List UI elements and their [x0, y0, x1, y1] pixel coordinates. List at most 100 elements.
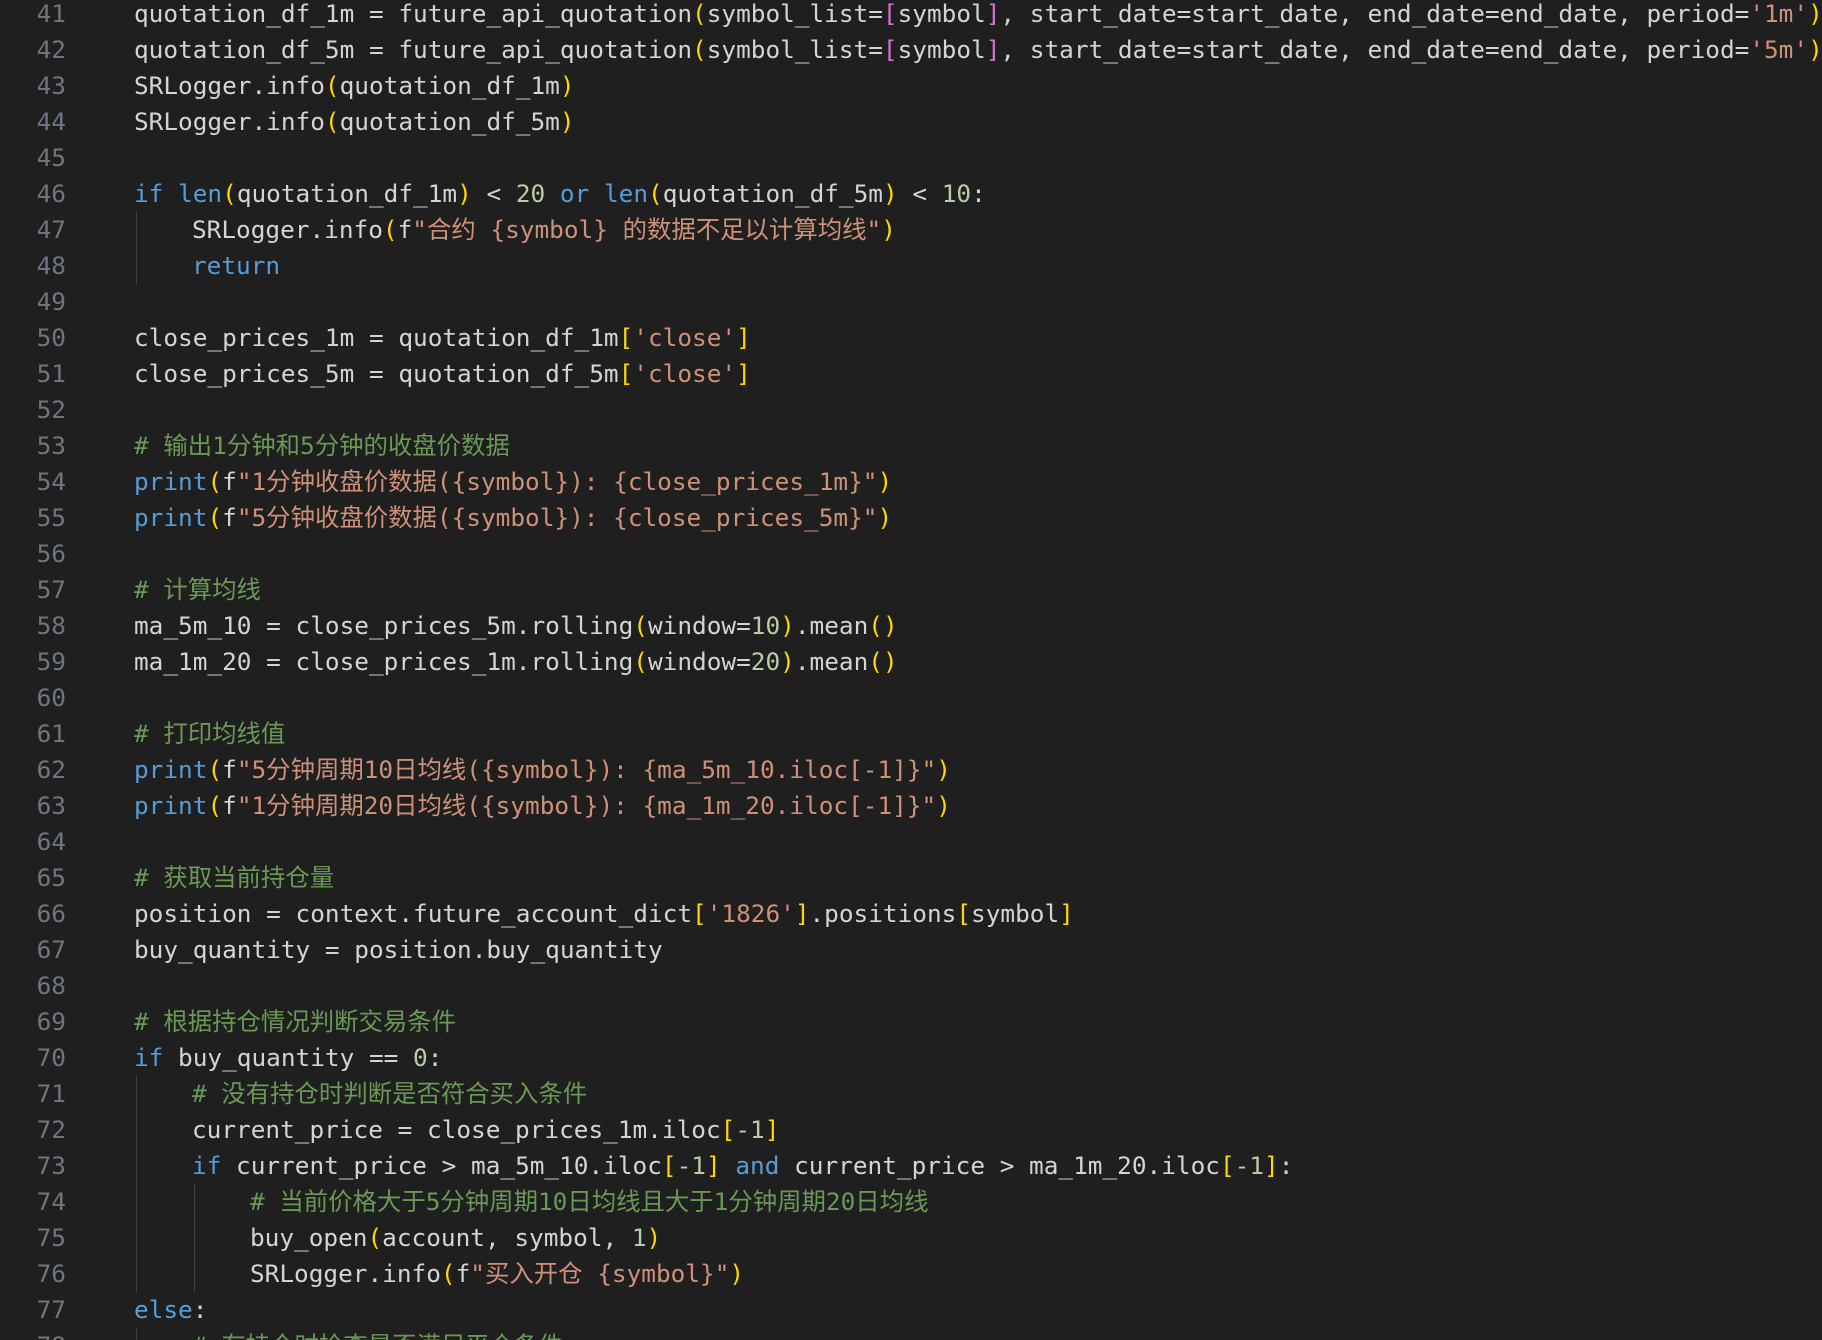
code-line[interactable]: 51 close_prices_5m = quotation_df_5m['clo… — [0, 356, 1822, 392]
code-token: ) — [457, 179, 472, 208]
code-line[interactable]: 72 current_price = close_prices_1m.iloc[-… — [0, 1112, 1822, 1148]
code-token: "合约 {symbol} 的数据不足以计算均线" — [412, 215, 882, 244]
code-line[interactable]: 41 quotation_df_1m = future_api_quotation… — [0, 0, 1822, 32]
code-token: ) — [877, 467, 893, 496]
line-number: 62 — [36, 755, 66, 784]
code-line[interactable]: 52 — [0, 392, 1822, 428]
code-token: ma_1m_20 = close_prices_1m.rolling — [134, 647, 634, 676]
code-token: # 获取当前持仓量 — [134, 863, 335, 892]
code-line[interactable]: 65 # 获取当前持仓量 — [0, 860, 1822, 896]
code-token: < — [897, 179, 942, 208]
code-line[interactable]: 67 buy_quantity = position.buy_quantity — [0, 932, 1822, 968]
code-token: ) — [559, 107, 575, 136]
line-code: print(f"1分钟收盘价数据({symbol}): {close_price… — [134, 464, 892, 500]
code-line[interactable]: 44 SRLogger.info(quotation_df_5m) — [0, 104, 1822, 140]
code-line[interactable]: 78 # 有持仓时检查是否满足平仓条件 — [0, 1328, 1822, 1340]
code-token: symbol — [897, 35, 986, 64]
code-line[interactable]: 49 — [0, 284, 1822, 320]
code-token: if — [134, 1043, 164, 1072]
line-code: if len(quotation_df_1m) < 20 or len(quot… — [134, 176, 986, 212]
indent-guide — [136, 1076, 137, 1292]
code-line[interactable]: 75 buy_open(account, symbol, 1) — [0, 1220, 1822, 1256]
code-line[interactable]: 46 if len(quotation_df_1m) < 20 or len(qu… — [0, 176, 1822, 212]
line-number: 75 — [36, 1223, 66, 1252]
code-token: f — [222, 467, 237, 496]
line-code: if buy_quantity == 0: — [134, 1040, 442, 1076]
code-line[interactable]: 76 SRLogger.info(f"买入开仓 {symbol}") — [0, 1256, 1822, 1292]
code-token: ) — [881, 215, 896, 244]
line-code: else: — [134, 1292, 207, 1328]
code-token: ( — [692, 35, 707, 64]
code-token: ) — [780, 611, 795, 640]
code-token: ( — [324, 71, 340, 100]
line-code: SRLogger.info(f"买入开仓 {symbol}") — [250, 1256, 744, 1292]
code-token: ] — [1264, 1151, 1279, 1180]
code-line[interactable]: 61 # 打印均线值 — [0, 716, 1822, 752]
line-number: 48 — [36, 251, 66, 280]
code-token: .mean — [794, 647, 869, 676]
code-line[interactable]: 55 print(f"5分钟收盘价数据({symbol}): {close_pri… — [0, 500, 1822, 536]
code-token: quotation_df_1m — [339, 71, 560, 100]
code-line[interactable]: 42 quotation_df_5m = future_api_quotation… — [0, 32, 1822, 68]
line-code: position = context.future_account_dict['… — [134, 896, 1074, 932]
line-number: 54 — [36, 467, 66, 496]
code-token: # 输出1分钟和5分钟的收盘价数据 — [134, 431, 510, 460]
code-token: # 根据持仓情况判断交易条件 — [134, 1007, 457, 1036]
code-token: ( — [633, 611, 648, 640]
code-token: ] — [736, 359, 751, 388]
code-token: , start_date=start_date, end_date=end_da… — [1000, 35, 1750, 64]
code-line[interactable]: 69 # 根据持仓情况判断交易条件 — [0, 1004, 1822, 1040]
code-line[interactable]: 53 # 输出1分钟和5分钟的收盘价数据 — [0, 428, 1822, 464]
code-line[interactable]: 74 # 当前价格大于5分钟周期10日均线且大于1分钟周期20日均线 — [0, 1184, 1822, 1220]
code-line[interactable]: 64 — [0, 824, 1822, 860]
line-number: 77 — [36, 1295, 66, 1324]
line-code: print(f"1分钟周期20日均线({symbol}): {ma_1m_20.… — [134, 788, 951, 824]
code-token: f — [397, 215, 413, 244]
code-line[interactable]: 59 ma_1m_20 = close_prices_1m.rolling(win… — [0, 644, 1822, 680]
line-number: 68 — [36, 971, 66, 1000]
code-line[interactable]: 43 SRLogger.info(quotation_df_1m) — [0, 68, 1822, 104]
code-token: position = context.future_account_dict — [134, 899, 693, 928]
line-number: 73 — [36, 1151, 66, 1180]
code-line[interactable]: 54 print(f"1分钟收盘价数据({symbol}): {close_pri… — [0, 464, 1822, 500]
code-token: symbol_list= — [706, 0, 883, 28]
code-token: ) — [729, 1259, 745, 1288]
code-editor[interactable]: 41 quotation_df_1m = future_api_quotation… — [0, 0, 1822, 1340]
code-token: () — [868, 647, 898, 676]
code-line[interactable]: 60 — [0, 680, 1822, 716]
line-code: print(f"5分钟收盘价数据({symbol}): {close_price… — [134, 500, 892, 536]
code-line[interactable]: 47 SRLogger.info(f"合约 {symbol} 的数据不足以计算均线… — [0, 212, 1822, 248]
code-token: [ — [618, 359, 634, 388]
line-number: 46 — [36, 179, 66, 208]
code-line[interactable]: 63 print(f"1分钟周期20日均线({symbol}): {ma_1m_2… — [0, 788, 1822, 824]
code-line[interactable]: 77 else: — [0, 1292, 1822, 1328]
line-number: 67 — [36, 935, 66, 964]
code-token: 10 — [941, 179, 972, 208]
code-token: close_prices_5m = quotation_df_5m — [134, 359, 619, 388]
code-token: : — [971, 179, 986, 208]
code-line[interactable]: 48 return — [0, 248, 1822, 284]
code-token: ( — [633, 647, 648, 676]
code-line[interactable]: 70 if buy_quantity == 0: — [0, 1040, 1822, 1076]
code-line[interactable]: 68 — [0, 968, 1822, 1004]
code-line[interactable]: 50 close_prices_1m = quotation_df_1m['clo… — [0, 320, 1822, 356]
code-token: 20 — [515, 179, 546, 208]
code-token: if — [192, 1151, 222, 1180]
code-token: < — [471, 179, 516, 208]
code-line[interactable]: 73 if current_price > ma_5m_10.iloc[-1] a… — [0, 1148, 1822, 1184]
line-number: 60 — [36, 683, 66, 712]
code-line[interactable]: 57 # 计算均线 — [0, 572, 1822, 608]
line-number: 50 — [36, 323, 66, 352]
code-token: SRLogger.info — [192, 215, 383, 244]
code-line[interactable]: 58 ma_5m_10 = close_prices_5m.rolling(win… — [0, 608, 1822, 644]
code-line[interactable]: 62 print(f"5分钟周期10日均线({symbol}): {ma_5m_1… — [0, 752, 1822, 788]
code-line[interactable]: 56 — [0, 536, 1822, 572]
code-line[interactable]: 45 — [0, 140, 1822, 176]
indent-guide — [194, 1184, 195, 1292]
code-line[interactable]: 66 position = context.future_account_dict… — [0, 896, 1822, 932]
code-token: .positions — [809, 899, 957, 928]
line-code: SRLogger.info(quotation_df_1m) — [134, 68, 575, 104]
code-token: ] — [1059, 899, 1074, 928]
code-line[interactable]: 71 # 没有持仓时判断是否符合买入条件 — [0, 1076, 1822, 1112]
